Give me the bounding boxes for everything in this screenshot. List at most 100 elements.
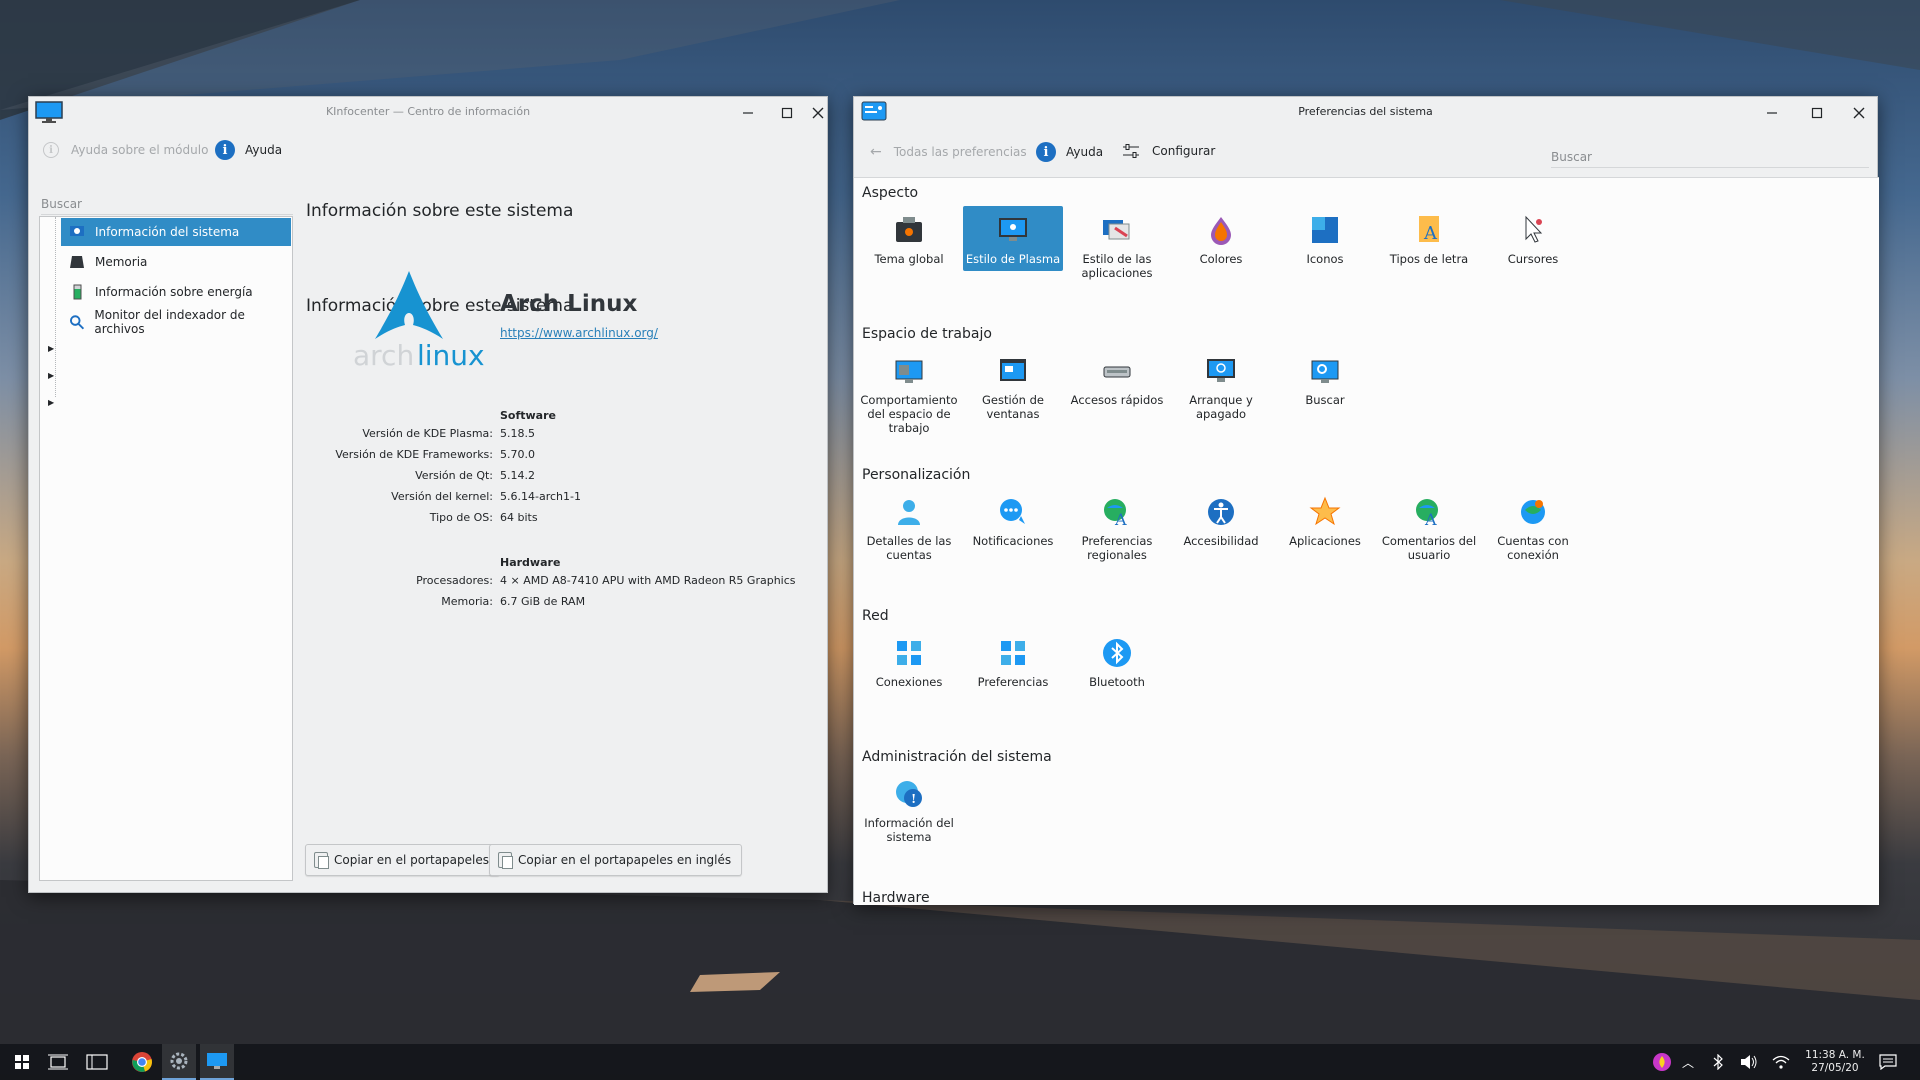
wifi-icon: [1772, 1055, 1790, 1069]
close-button[interactable]: [1847, 102, 1871, 124]
settings-module-tile[interactable]: Accesos rápidos: [1067, 347, 1167, 407]
settings-module-label: Comentarios del usuario: [1381, 534, 1477, 562]
settings-module-tile[interactable]: ! Información del sistema: [859, 770, 959, 844]
network-connections-icon: [893, 637, 925, 669]
bluetooth-icon: [1101, 637, 1133, 669]
clock[interactable]: 11:38 A. M. 27/05/20: [1800, 1044, 1870, 1080]
kinfocenter-titlebar[interactable]: KInfocenter — Centro de información: [29, 97, 827, 127]
show-desktop-button[interactable]: [80, 1044, 114, 1080]
settings-module-tile[interactable]: Aplicaciones: [1275, 488, 1375, 548]
desktop-icon: [86, 1054, 108, 1070]
configure-button[interactable]: Configurar: [1122, 143, 1215, 159]
maximize-button[interactable]: [1805, 102, 1829, 124]
settings-module-tile[interactable]: Iconos: [1275, 206, 1375, 266]
bluetooth-tray-button[interactable]: [1708, 1044, 1728, 1080]
notifications-icon: [997, 496, 1029, 528]
info-value: 5.18.5: [500, 427, 535, 440]
regional-settings-icon: A: [1101, 496, 1133, 529]
help-button[interactable]: i Ayuda: [1036, 142, 1103, 162]
sidebar-item-system-info[interactable]: Información del sistema: [61, 218, 291, 246]
settings-module-tile[interactable]: Estilo de Plasma: [963, 206, 1063, 271]
settings-module-label: Tipos de letra: [1389, 252, 1469, 266]
start-button[interactable]: [6, 1044, 38, 1080]
settings-module-tile[interactable]: Tema global: [859, 206, 959, 266]
window-title: Preferencias del sistema: [1298, 105, 1433, 118]
expand-arrow-icon[interactable]: ▶: [48, 398, 54, 407]
search-input[interactable]: [41, 193, 293, 215]
sidebar-item-memory[interactable]: Memoria: [61, 248, 291, 276]
sidebar-item-file-indexer[interactable]: Monitor del indexador de archivos: [61, 308, 291, 336]
chrome-taskbar-button[interactable]: [126, 1044, 158, 1080]
help-button[interactable]: i Ayuda: [215, 140, 282, 160]
category-title: Espacio de trabajo: [862, 326, 992, 342]
action-center-button[interactable]: [1872, 1044, 1904, 1080]
task-view-button[interactable]: [42, 1044, 74, 1080]
tray-app-button[interactable]: [1650, 1044, 1674, 1080]
close-button[interactable]: [806, 102, 830, 124]
settings-module-label: Aplicaciones: [1289, 534, 1361, 548]
minimize-button[interactable]: [1760, 102, 1784, 124]
settings-taskbar-button[interactable]: [162, 1044, 196, 1080]
start-menu-icon: [15, 1055, 29, 1069]
volume-tray-button[interactable]: [1738, 1044, 1760, 1080]
system-info-icon: [70, 226, 84, 236]
minimize-icon: [743, 112, 753, 114]
clock-date: 27/05/20: [1811, 1062, 1859, 1074]
settings-module-tile[interactable]: Buscar: [1275, 347, 1375, 407]
kinfocenter-window: KInfocenter — Centro de información i Ay…: [28, 96, 828, 893]
settings-module-tile[interactable]: A Tipos de letra: [1379, 206, 1479, 266]
tray-expand-button[interactable]: ︿: [1678, 1044, 1698, 1080]
settings-module-label: Cuentas con conexión: [1497, 534, 1569, 562]
user-account-icon: [893, 496, 925, 528]
settings-module-tile[interactable]: Accesibilidad: [1171, 488, 1271, 548]
settings-module-tile[interactable]: Estilo de las aplicaciones: [1067, 206, 1167, 280]
settings-module-tile[interactable]: Conexiones: [859, 629, 959, 689]
info-value: 5.14.2: [500, 469, 535, 482]
maximize-icon: [781, 107, 793, 119]
copy-clipboard-button[interactable]: Copiar en el portapapeles: [305, 844, 500, 876]
window-title: KInfocenter — Centro de información: [325, 105, 531, 118]
sidebar-item-energy[interactable]: Información sobre energía: [61, 278, 291, 306]
search-input[interactable]: [1551, 146, 1869, 168]
settings-module-tile[interactable]: Detalles de las cuentas: [859, 488, 959, 562]
module-help-label: Ayuda sobre el módulo: [71, 143, 209, 157]
settings-module-tile[interactable]: Cuentas con conexión: [1483, 488, 1583, 562]
info-row: Versión del kernel: 5.6.14-arch1-1: [29, 490, 829, 510]
settings-module-tile[interactable]: A Comentarios del usuario: [1379, 488, 1479, 562]
page-heading: Información sobre este sistema: [306, 201, 574, 221]
settings-module-tile[interactable]: Arranque y apagado: [1171, 347, 1271, 421]
settings-module-label: Notificaciones: [972, 534, 1054, 548]
settings-module-tile[interactable]: Bluetooth: [1067, 629, 1167, 689]
expand-arrow-icon[interactable]: ▶: [48, 344, 54, 353]
kinfocenter-taskbar-button[interactable]: [200, 1044, 234, 1080]
info-key: Procesadores:: [416, 574, 493, 587]
copy-clipboard-english-button[interactable]: Copiar en el portapapeles en inglés: [489, 844, 743, 876]
minimize-button[interactable]: [736, 102, 760, 124]
settings-module-tile[interactable]: Notificaciones: [963, 488, 1063, 548]
settings-module-label: Estilo de Plasma: [965, 252, 1061, 266]
app-style-icon: [1101, 214, 1133, 246]
settings-module-tile[interactable]: Cursores: [1483, 206, 1583, 266]
info-value: 5.70.0: [500, 448, 535, 461]
maximize-button[interactable]: [775, 102, 799, 124]
settings-module-label: Colores: [1199, 252, 1243, 266]
tray-expand-icon: ︿: [1681, 1055, 1694, 1070]
info-row: Versión de KDE Plasma: 5.18.5: [29, 427, 829, 447]
expand-arrow-icon[interactable]: ▶: [48, 371, 54, 380]
copy-icon: [498, 852, 513, 869]
settings-module-tile[interactable]: Preferencias: [963, 629, 1063, 689]
settings-module-label: Comportamiento del espacio de trabajo: [860, 393, 958, 435]
settings-module-tile[interactable]: Colores: [1171, 206, 1271, 266]
settings-module-tile[interactable]: Comportamiento del espacio de trabajo: [859, 347, 959, 435]
info-row: Versión de Qt: 5.14.2: [29, 469, 829, 489]
info-value: 64 bits: [500, 511, 538, 524]
settings-module-tile[interactable]: A Preferencias regionales: [1067, 488, 1167, 562]
action-center-icon: [1879, 1054, 1897, 1070]
wifi-tray-button[interactable]: [1770, 1044, 1792, 1080]
settings-titlebar[interactable]: Preferencias del sistema: [854, 97, 1877, 127]
os-url-link[interactable]: https://www.archlinux.org/: [500, 326, 658, 340]
module-help-button[interactable]: i Ayuda sobre el módulo: [43, 142, 208, 158]
settings-module-tile[interactable]: Gestión de ventanas: [963, 347, 1063, 421]
all-preferences-button[interactable]: ← Todas las preferencias: [870, 144, 1027, 160]
sidebar-item-label: Información del sistema: [95, 225, 240, 239]
